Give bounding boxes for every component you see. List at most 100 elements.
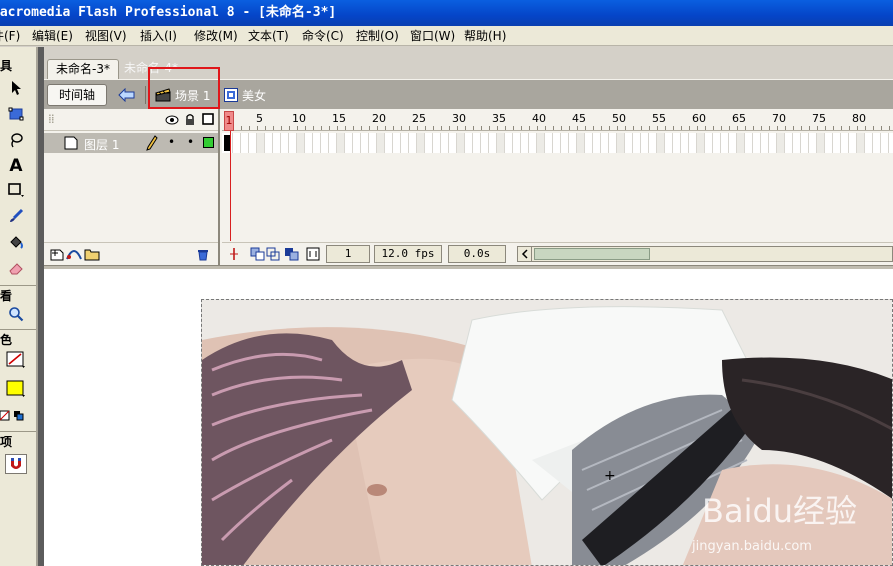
outline-icon[interactable] [202,113,214,125]
menu-modify[interactable]: 修改(M) [194,28,238,44]
frame-cell[interactable] [257,133,265,153]
frame-cell[interactable] [849,133,857,153]
frame-cell[interactable] [425,133,433,153]
insert-layer-icon[interactable] [50,247,64,261]
frame-cell[interactable] [737,133,745,153]
tab-untitled-3[interactable]: 未命名-3* [47,59,119,79]
breadcrumb-symbol[interactable]: 美女 [224,85,266,105]
frame-cell[interactable] [641,133,649,153]
frame-cell[interactable] [833,133,841,153]
frame-cell[interactable] [521,133,529,153]
frame-cell[interactable] [409,133,417,153]
frame-cell[interactable] [417,133,425,153]
frame-cell[interactable] [745,133,753,153]
visibility-dot[interactable]: • [168,135,175,149]
frame-cell[interactable] [561,133,569,153]
frame-cell[interactable] [377,133,385,153]
frame-cell[interactable] [505,133,513,153]
frame-rate-display[interactable]: 12.0 fps [374,245,442,263]
onion-outline-icon[interactable] [266,247,280,261]
snap-to-objects-button[interactable] [4,453,28,475]
frame-cell[interactable] [617,133,625,153]
playhead[interactable]: 1 [224,111,234,131]
color-swap-buttons[interactable] [0,405,28,427]
brush-tool[interactable] [4,205,28,227]
frame-cell[interactable] [761,133,769,153]
trash-icon[interactable] [196,247,210,261]
frame-cell[interactable] [769,133,777,153]
rectangle-tool[interactable] [4,179,28,201]
eye-icon[interactable] [165,114,179,126]
frame-cell[interactable] [785,133,793,153]
insert-folder-icon[interactable] [84,247,100,261]
frame-cell[interactable] [465,133,473,153]
frame-cell[interactable] [657,133,665,153]
text-tool[interactable]: A [4,155,28,177]
frame-cell[interactable] [369,133,377,153]
frame-cell[interactable] [857,133,865,153]
frame-cell[interactable] [753,133,761,153]
frame-cell[interactable] [889,133,893,153]
menu-help[interactable]: 帮助(H) [464,28,506,44]
frame-cell[interactable] [273,133,281,153]
frame-cell[interactable] [249,133,257,153]
frame-cell[interactable] [601,133,609,153]
free-transform-tool[interactable] [4,103,28,125]
edit-multiple-frames-icon[interactable] [284,247,300,261]
frame-cell[interactable] [393,133,401,153]
center-frame-icon[interactable] [228,247,240,261]
frame-cell[interactable] [401,133,409,153]
frame-cell[interactable] [345,133,353,153]
eraser-tool[interactable] [4,257,28,279]
frame-cell[interactable] [593,133,601,153]
motion-guide-icon[interactable] [66,247,82,261]
frame-cell[interactable] [441,133,449,153]
frame-cell[interactable] [289,133,297,153]
frame-cell[interactable] [705,133,713,153]
lock-icon[interactable] [184,113,196,126]
frame-cell[interactable] [353,133,361,153]
frame-cell[interactable] [609,133,617,153]
frame-cell[interactable] [721,133,729,153]
frame-cell[interactable] [633,133,641,153]
frame-cell[interactable] [265,133,273,153]
frame-cell[interactable] [433,133,441,153]
arrow-tool[interactable] [4,77,28,99]
menu-window[interactable]: 窗口(W) [410,28,455,44]
back-button[interactable] [116,85,138,105]
frame-cell[interactable] [577,133,585,153]
frame-cell[interactable] [473,133,481,153]
frame-row[interactable] [222,133,893,153]
zoom-tool[interactable] [4,303,28,325]
frame-cell[interactable] [529,133,537,153]
frame-cell[interactable] [513,133,521,153]
frame-cell[interactable] [793,133,801,153]
frame-cell[interactable] [729,133,737,153]
frame-cell[interactable] [313,133,321,153]
frame-cell[interactable] [713,133,721,153]
frame-cell[interactable] [481,133,489,153]
layer-outline-color[interactable] [203,137,214,148]
frame-cell[interactable] [817,133,825,153]
frame-cell[interactable] [697,133,705,153]
frame-cell[interactable] [489,133,497,153]
frame-cell[interactable] [337,133,345,153]
frame-cell[interactable] [449,133,457,153]
scroll-left-arrow[interactable] [518,247,532,261]
frame-cell[interactable] [865,133,873,153]
frame-cell[interactable] [297,133,305,153]
lock-dot[interactable]: • [187,135,194,149]
frame-cell[interactable] [497,133,505,153]
timeline-toggle-button[interactable]: 时间轴 [47,84,107,106]
frame-cell[interactable] [665,133,673,153]
frame-cell[interactable] [321,133,329,153]
frame-cell[interactable] [281,133,289,153]
frame-cell[interactable] [233,133,241,153]
onion-skin-icon[interactable] [250,247,266,261]
frame-cell[interactable] [329,133,337,153]
frame-cell[interactable] [537,133,545,153]
menu-text[interactable]: 文本(T) [248,28,289,44]
frame-cell[interactable] [649,133,657,153]
frame-cell[interactable] [801,133,809,153]
frame-cell[interactable] [881,133,889,153]
